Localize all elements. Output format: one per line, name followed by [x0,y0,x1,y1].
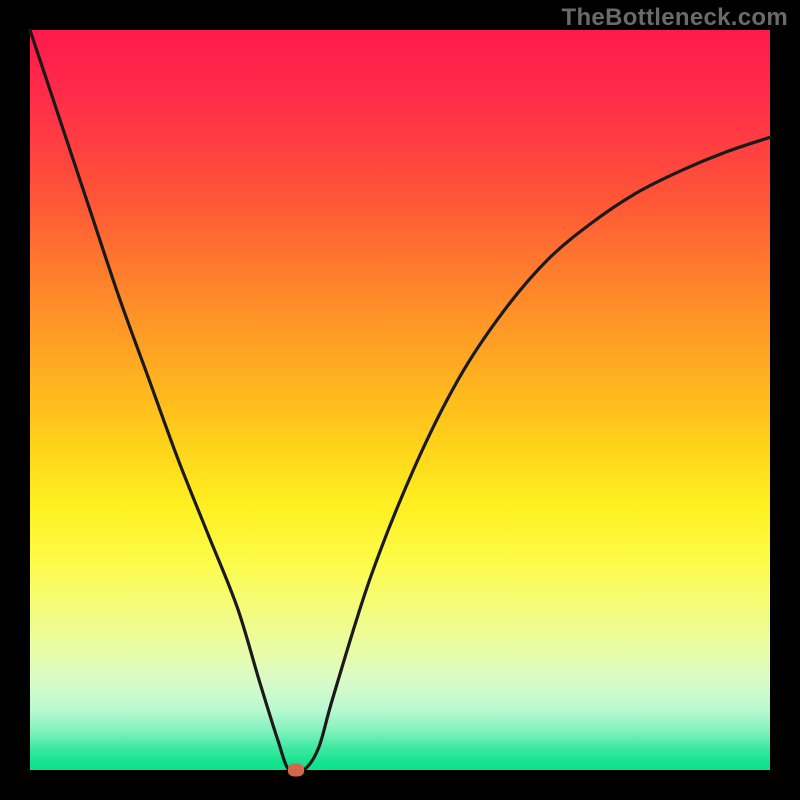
chart-frame: TheBottleneck.com [0,0,800,800]
optimum-marker [288,764,304,777]
curve-layer [30,30,770,770]
plot-area [30,30,770,770]
watermark-text: TheBottleneck.com [562,4,788,32]
bottleneck-curve [30,30,770,773]
